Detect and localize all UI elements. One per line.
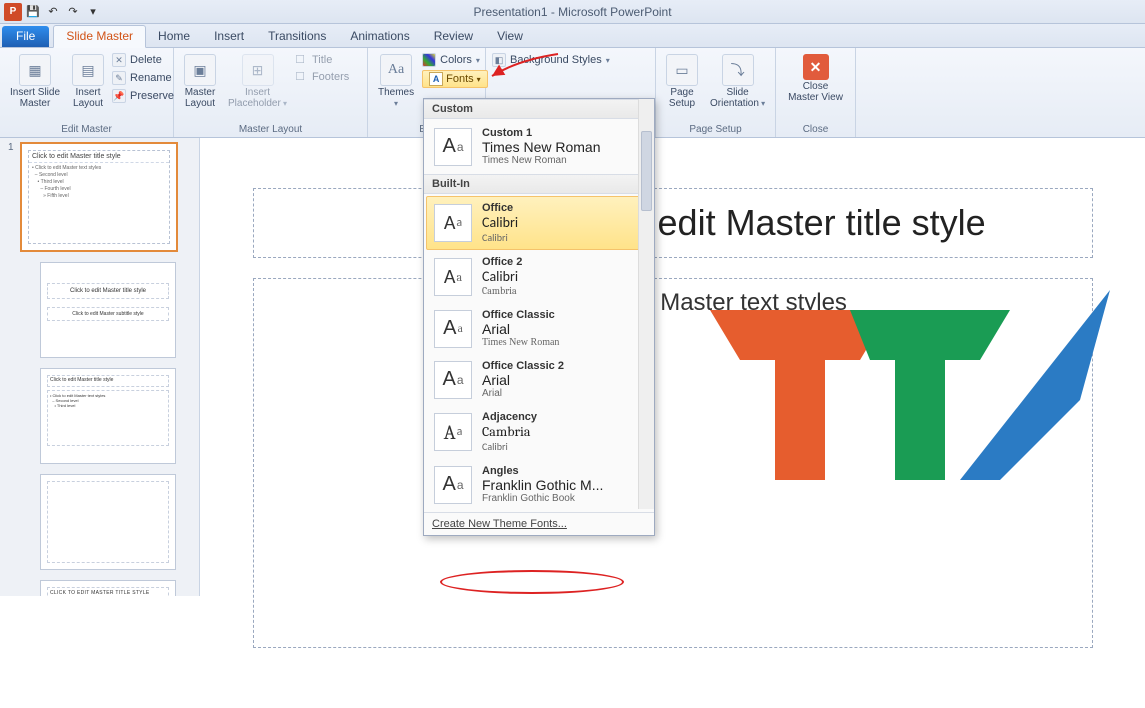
tab-file[interactable]: File (2, 26, 49, 47)
close-icon: ✕ (803, 54, 829, 80)
thumbnail-pane[interactable]: 1 Click to edit Master title style • Cli… (0, 138, 200, 596)
group-close: ✕ Close Master View Close (776, 48, 856, 137)
orientation-icon: ⤵ (722, 54, 754, 86)
themes-icon: Aa (380, 54, 412, 86)
delete-button[interactable]: ✕Delete (112, 52, 174, 68)
font-scheme-office-classic[interactable]: Aa Office Classic Arial Times New Roman (426, 303, 652, 354)
themes-button[interactable]: Aa Themes (374, 52, 418, 111)
insert-layout-icon: ▤ (72, 54, 104, 86)
tab-home[interactable]: Home (146, 26, 202, 47)
colors-icon (422, 53, 436, 67)
layout-thumbnail-2[interactable]: Click to edit Master title style • Click… (40, 368, 176, 464)
fonts-icon: A (429, 72, 443, 86)
master-layout-icon: ▣ (184, 54, 216, 86)
background-styles-icon: ◧ (492, 53, 506, 67)
title-checkbox[interactable]: Title (295, 52, 349, 67)
font-scheme-adjacency[interactable]: Aa Adjacency Cambria Calibri (426, 405, 652, 459)
insert-slide-master-icon: ▦ (19, 54, 51, 86)
font-preview-icon: Aa (434, 204, 472, 242)
gallery-section-builtin: Built-In (424, 174, 654, 194)
page-setup-icon: ▭ (666, 54, 698, 86)
tab-animations[interactable]: Animations (338, 26, 421, 47)
tab-review[interactable]: Review (422, 26, 485, 47)
group-page-setup: ▭ Page Setup ⤵ Slide Orientation Page Se… (656, 48, 776, 137)
fonts-gallery[interactable]: Custom Aa Custom 1 Times New Roman Times… (423, 98, 655, 536)
slide-master-canvas: Click to edit Master title style Click t… (223, 148, 1123, 708)
font-scheme-office-classic-2[interactable]: Aa Office Classic 2 Arial Arial (426, 354, 652, 405)
group-label-page-setup: Page Setup (662, 122, 769, 137)
fonts-button[interactable]: AFonts▾ (422, 70, 488, 88)
font-preview-icon: Aa (434, 310, 472, 348)
page-setup-button[interactable]: ▭ Page Setup (662, 52, 702, 111)
font-scheme-angles[interactable]: Aa Angles Franklin Gothic M... Franklin … (426, 459, 652, 510)
body-placeholder[interactable]: Click to edit Master text styles el Thir… (253, 278, 1093, 648)
title-placeholder[interactable]: Click to edit Master title style (253, 188, 1093, 258)
group-edit-master: ▦ Insert Slide Master ▤ Insert Layout ✕D… (0, 48, 174, 137)
redo-icon[interactable]: ↷ (64, 3, 82, 21)
font-preview-icon: Aa (434, 258, 472, 296)
insert-placeholder-button[interactable]: ⊞ Insert Placeholder (224, 52, 291, 111)
font-scheme-office-2[interactable]: Aa Office 2 Calibri Cambria (426, 250, 652, 303)
group-master-layout: ▣ Master Layout ⊞ Insert Placeholder Tit… (174, 48, 368, 137)
layout-thumbnail-3[interactable] (40, 474, 176, 570)
group-label-master-layout: Master Layout (180, 122, 361, 137)
footers-checkbox[interactable]: Footers (295, 69, 349, 84)
colors-button[interactable]: Colors (422, 52, 488, 68)
rename-button[interactable]: ✎Rename (112, 70, 174, 86)
font-preview-icon: Aa (434, 361, 472, 399)
preserve-button[interactable]: 📌Preserve (112, 88, 174, 104)
font-preview-icon: Aa (434, 128, 472, 166)
slide-orientation-button[interactable]: ⤵ Slide Orientation (706, 52, 769, 111)
close-master-view-button[interactable]: ✕ Close Master View (784, 52, 847, 105)
tab-insert[interactable]: Insert (202, 26, 256, 47)
insert-layout-button[interactable]: ▤ Insert Layout (68, 52, 108, 111)
insert-placeholder-icon: ⊞ (242, 54, 274, 86)
gallery-scrollbar[interactable] (638, 99, 654, 509)
undo-icon[interactable]: ↶ (44, 3, 62, 21)
rename-icon: ✎ (112, 71, 126, 85)
insert-slide-master-button[interactable]: ▦ Insert Slide Master (6, 52, 64, 111)
ribbon-tabstrip: File Slide Master Home Insert Transition… (0, 24, 1145, 48)
preserve-icon: 📌 (112, 89, 126, 103)
window-title: Presentation1 - Microsoft PowerPoint (473, 5, 671, 19)
background-styles-button[interactable]: ◧Background Styles (492, 52, 610, 68)
master-thumbnail[interactable]: Click to edit Master title style • Click… (20, 142, 178, 252)
scrollbar-thumb[interactable] (641, 131, 652, 211)
group-label-close: Close (782, 122, 849, 137)
group-label-edit-master: Edit Master (6, 122, 167, 137)
tab-slide-master[interactable]: Slide Master (53, 25, 146, 48)
master-layout-button[interactable]: ▣ Master Layout (180, 52, 220, 111)
layout-thumbnail-4[interactable]: CLICK TO EDIT MASTER TITLE STYLE (40, 580, 176, 596)
slide-number: 1 (8, 142, 14, 153)
quick-access-toolbar: P 💾 ↶ ↷ ▾ (0, 3, 102, 21)
font-scheme-custom-1[interactable]: Aa Custom 1 Times New Roman Times New Ro… (426, 121, 652, 172)
title-bar: P 💾 ↶ ↷ ▾ Presentation1 - Microsoft Powe… (0, 0, 1145, 24)
save-icon[interactable]: 💾 (24, 3, 42, 21)
font-preview-icon: Aa (434, 466, 472, 504)
tab-transitions[interactable]: Transitions (256, 26, 338, 47)
thumb-title: Click to edit Master title style (29, 151, 169, 163)
delete-icon: ✕ (112, 53, 126, 67)
qat-more-icon[interactable]: ▾ (84, 3, 102, 21)
gallery-section-custom: Custom (424, 99, 654, 119)
tab-view[interactable]: View (485, 26, 535, 47)
app-icon[interactable]: P (4, 3, 22, 21)
layout-thumbnail-1[interactable]: Click to edit Master title style Click t… (40, 262, 176, 358)
font-scheme-office[interactable]: Aa Office Calibri Calibri (426, 196, 652, 250)
thumb-body: • Click to edit Master text styles – Sec… (29, 163, 169, 202)
font-preview-icon: Aa (434, 413, 472, 451)
create-new-theme-fonts[interactable]: Create New Theme Fonts... (424, 512, 654, 535)
slide-edit-area[interactable]: Click to edit Master title style Click t… (200, 138, 1145, 596)
